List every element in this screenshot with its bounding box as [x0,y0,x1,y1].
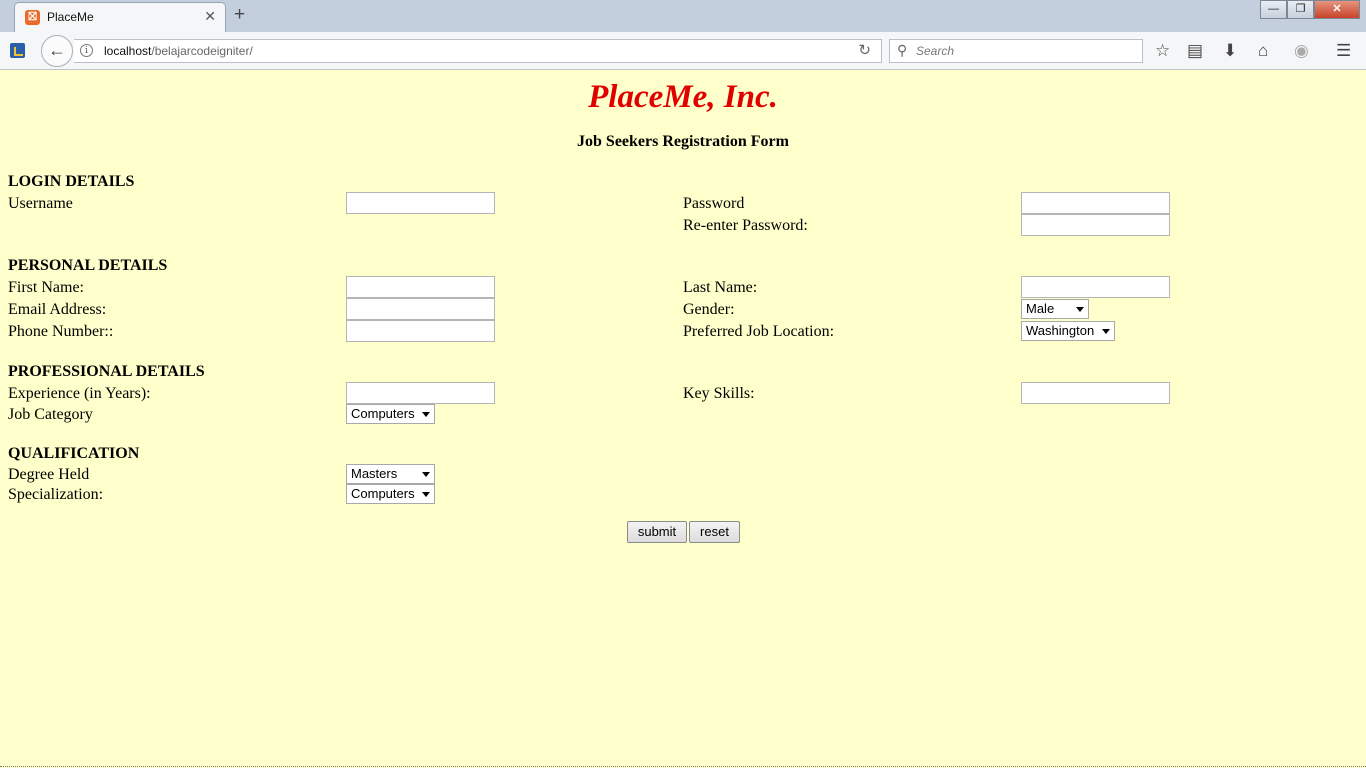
page-content: PlaceMe, Inc. Job Seekers Registration F… [0,71,1366,768]
experience-field[interactable] [346,382,495,404]
page-info-icon[interactable]: i [80,44,93,57]
job-category-label: Job Category [8,406,93,423]
restore-button[interactable]: ❐ [1287,0,1314,19]
key-skills-field[interactable] [1021,382,1170,404]
close-window-button[interactable]: ✕ [1314,0,1360,19]
chevron-down-icon [422,412,430,417]
password-label: Password [683,195,745,212]
back-arrow-icon: ← [48,40,66,60]
new-tab-icon[interactable]: + [234,4,245,26]
first-name-field[interactable] [346,276,495,298]
username-label: Username [8,195,73,212]
phone-field[interactable] [346,320,495,342]
experience-label: Experience (in Years): [8,385,151,402]
url-text: localhost/belajarcodeigniter/ [104,44,253,58]
last-name-field[interactable] [1021,276,1170,298]
search-bar[interactable]: ⚲ Search [889,39,1143,63]
sidebar-icon[interactable] [10,43,25,58]
degree-select[interactable]: Masters [346,464,435,484]
degree-selected-value: Masters [351,466,398,481]
browser-titlebar: ⛝ PlaceMe ✕ + — ❐ ✕ [0,0,1366,32]
username-field[interactable] [346,192,495,214]
job-location-label: Preferred Job Location: [683,323,835,340]
minimize-button[interactable]: — [1260,0,1287,19]
specialization-label: Specialization: [8,486,104,503]
reload-icon[interactable]: ↻ [858,41,871,59]
browser-navbar: ← i localhost/belajarcodeigniter/ ↻ ⚲ Se… [0,32,1366,70]
reenter-password-label: Re-enter Password: [683,217,808,234]
url-host: localhost [104,44,152,58]
specialization-selected-value: Computers [351,486,415,501]
section-professional-details: PROFESSIONAL DETAILS [8,363,205,380]
chevron-down-icon [422,472,430,477]
menu-icon[interactable]: ☰ [1336,41,1351,61]
job-category-selected-value: Computers [351,406,415,421]
reenter-password-field[interactable] [1021,214,1170,236]
email-field[interactable] [346,298,495,320]
job-location-selected-value: Washington [1026,323,1095,338]
chevron-down-icon [1102,329,1110,334]
sync-icon[interactable]: ◉ [1294,41,1309,61]
section-qualification: QUALIFICATION [8,445,140,462]
gender-selected-value: Male [1026,301,1055,316]
job-category-select[interactable]: Computers [346,404,435,424]
site-title: PlaceMe, Inc. [588,79,778,115]
reading-list-icon[interactable]: ▤ [1187,41,1203,61]
email-label: Email Address: [8,301,107,318]
chevron-down-icon [422,492,430,497]
browser-tab[interactable]: ⛝ PlaceMe ✕ [14,2,226,32]
xampp-favicon-icon: ⛝ [25,10,40,25]
password-field[interactable] [1021,192,1170,214]
tab-title: PlaceMe [47,10,94,24]
url-path: /belajarcodeigniter/ [151,44,253,58]
url-bar[interactable]: i localhost/belajarcodeigniter/ ↻ [74,39,882,63]
reset-button[interactable]: reset [689,521,740,543]
bookmark-star-icon[interactable]: ☆ [1155,41,1170,61]
search-icon: ⚲ [897,42,908,58]
download-icon[interactable]: ⬇ [1223,41,1237,61]
chevron-down-icon [1076,307,1084,312]
degree-label: Degree Held [8,466,90,483]
section-login-details: LOGIN DETAILS [8,173,135,190]
specialization-select[interactable]: Computers [346,484,435,504]
last-name-label: Last Name: [683,279,758,296]
gender-select[interactable]: Male [1021,299,1089,319]
tab-close-icon[interactable]: ✕ [204,8,216,25]
form-title: Job Seekers Registration Form [577,133,789,150]
submit-button[interactable]: submit [627,521,687,543]
back-button[interactable]: ← [41,35,73,67]
search-placeholder: Search [916,44,955,58]
key-skills-label: Key Skills: [683,385,755,402]
job-location-select[interactable]: Washington [1021,321,1115,341]
phone-label: Phone Number:: [8,323,114,340]
first-name-label: First Name: [8,279,84,296]
gender-label: Gender: [683,301,735,318]
home-icon[interactable]: ⌂ [1258,41,1268,61]
section-personal-details: PERSONAL DETAILS [8,257,168,274]
window-controls: — ❐ ✕ [1260,0,1360,20]
